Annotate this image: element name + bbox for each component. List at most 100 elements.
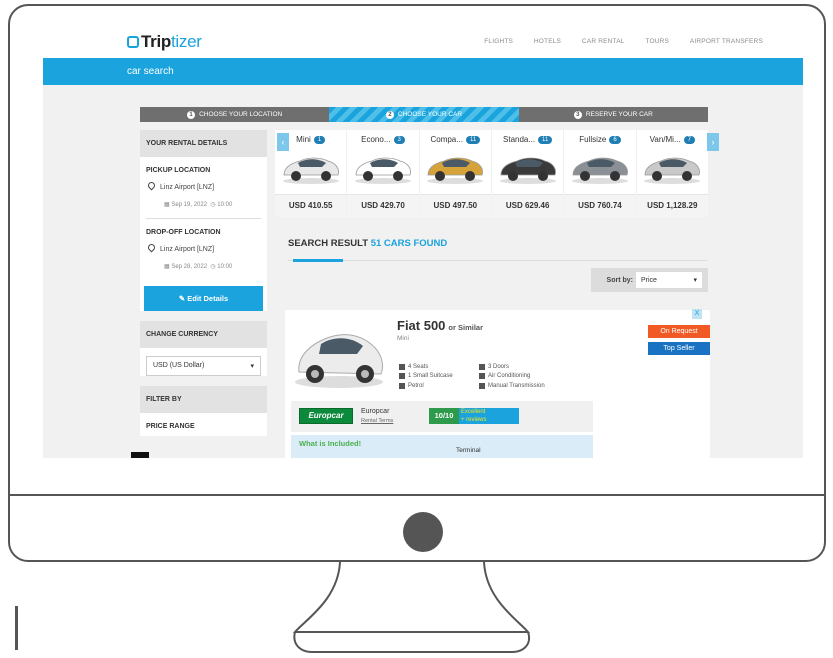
sort-label: Sort by: xyxy=(606,276,633,284)
door-icon xyxy=(479,364,485,370)
dropoff-time: 10:00 xyxy=(217,264,233,270)
chevron-down-icon: ▾ xyxy=(693,277,697,284)
pickup-date: Sep 19, 2022 xyxy=(171,202,208,208)
dropoff-datetime: ▦ Sep 28, 2022 ◷ 10:00 xyxy=(164,264,233,270)
category-label: Standa... xyxy=(503,135,536,144)
edit-details-button[interactable]: ✎ Edit Details xyxy=(144,286,263,311)
category-count-badge: 11 xyxy=(465,136,481,144)
top-seller-badge: Top Seller xyxy=(648,342,710,355)
car-category-carousel: Mini 1 USD 410.55 Econo... 3 USD 429.70 Compa.… xyxy=(275,130,708,217)
car-title: Fiat 500 or Similar xyxy=(397,318,483,333)
nav-link-tours[interactable]: TOURS xyxy=(645,38,669,45)
feature-fuel: Petrol xyxy=(399,383,424,389)
category-car-image xyxy=(427,157,484,184)
nav-link-airport-transfers[interactable]: AIRPORT TRANSFERS xyxy=(690,38,763,45)
booking-steps: 1 CHOOSE YOUR LOCATION 2 CHOOSE YOUR CAR… xyxy=(140,107,708,122)
supplier-name: Europcar xyxy=(361,408,390,415)
dropoff-label: DROP-OFF LOCATION xyxy=(146,229,221,236)
edit-details-label: Edit Details xyxy=(187,294,229,303)
on-request-badge: On Request xyxy=(648,325,710,338)
feature-doors: 3 Doors xyxy=(479,364,509,370)
sort-value: Price xyxy=(641,276,657,284)
triptizer-logo[interactable]: Triptizer xyxy=(127,32,202,52)
step-number: 1 xyxy=(187,110,196,119)
close-icon[interactable]: X xyxy=(692,309,702,319)
feature-text: 3 Doors xyxy=(488,364,510,370)
car-model: Fiat 500 xyxy=(397,318,446,333)
category-price: USD 497.50 xyxy=(419,194,491,217)
category-label: Fullsize xyxy=(579,135,607,144)
person-icon xyxy=(399,364,405,370)
supplier-row: Europcar Europcar Rental Terms 10/10 Exc… xyxy=(291,401,593,432)
step-reserve-car[interactable]: 3 RESERVE YOUR CAR xyxy=(518,107,708,122)
cars-found-count: 51 CARS FOUND xyxy=(370,238,448,249)
category-label: Mini xyxy=(296,135,311,144)
car-result-card[interactable]: Fiat 500 or Similar Mini 4 Seats 1 Small … xyxy=(285,309,710,458)
car-class: Mini xyxy=(397,335,409,342)
nav-link-car-rental[interactable]: CAR RENTAL xyxy=(582,38,625,45)
step-label: RESERVE YOUR CAR xyxy=(585,111,653,118)
category-price: USD 760.74 xyxy=(564,194,636,217)
currency-heading: CHANGE CURRENCY xyxy=(140,321,267,348)
car-image xyxy=(295,334,384,388)
car-category-card[interactable]: Econo... 3 USD 429.70 xyxy=(347,130,419,217)
step-choose-car[interactable]: 2 CHOOSE YOUR CAR xyxy=(329,107,519,122)
category-name: Standa... 11 xyxy=(503,135,553,144)
page-header-bar: car search xyxy=(43,58,803,85)
feature-ac: Air Conditioning xyxy=(479,373,530,379)
car-category-card[interactable]: Compa... 11 USD 497.50 xyxy=(419,130,491,217)
car-category-card[interactable]: Van/Mi... 7 USD 1,128.29 xyxy=(636,130,708,217)
category-car-image xyxy=(571,157,628,184)
feature-transmission: Manual Transmission xyxy=(479,383,545,389)
location-pin-icon xyxy=(146,242,157,253)
category-count-badge: 1 xyxy=(313,136,326,144)
rental-details-panel: YOUR RENTAL DETAILS PICKUP LOCATION Linz… xyxy=(140,130,267,311)
dropoff-location: Linz Airport [LNZ] xyxy=(140,240,267,257)
logo-icon xyxy=(127,36,139,48)
gear-shift-icon xyxy=(479,383,485,389)
carousel-prev-arrow-icon[interactable]: ‹ xyxy=(277,133,289,151)
nav-links: FLIGHTS HOTELS CAR RENTAL TOURS AIRPORT … xyxy=(465,38,763,45)
step-choose-location[interactable]: 1 CHOOSE YOUR LOCATION xyxy=(140,107,330,122)
category-name: Fullsize 6 xyxy=(579,135,621,144)
whats-included-title: What is Included! xyxy=(299,439,362,448)
car-category-card[interactable]: Fullsize 6 USD 760.74 xyxy=(564,130,636,217)
car-category-card[interactable]: Standa... 11 USD 629.46 xyxy=(491,130,564,217)
pickup-location-text: Linz Airport [LNZ] xyxy=(160,184,215,191)
location-pin-icon xyxy=(146,180,157,191)
nav-link-hotels[interactable]: HOTELS xyxy=(534,38,561,45)
currency-select[interactable]: USD (US Dollar) ▾ xyxy=(146,356,261,376)
feature-seats: 4 Seats xyxy=(399,364,428,370)
carousel-next-arrow-icon[interactable]: › xyxy=(707,133,719,151)
feature-text: 4 Seats xyxy=(408,364,429,370)
dropoff-location-text: Linz Airport [LNZ] xyxy=(160,246,215,253)
sort-select[interactable]: Price ▾ xyxy=(636,272,702,288)
europcar-logo: Europcar xyxy=(299,408,353,424)
pickup-time: 10:00 xyxy=(217,202,233,208)
sidebar: YOUR RENTAL DETAILS PICKUP LOCATION Linz… xyxy=(140,130,267,446)
filter-panel: FILTER BY PRICE RANGE xyxy=(140,386,267,436)
category-count-badge: 6 xyxy=(609,136,621,144)
rating-reviews: + reviews xyxy=(461,417,487,423)
rating-score: 10/10 xyxy=(429,408,459,424)
feature-text: Petrol xyxy=(408,383,424,389)
rental-terms-link[interactable]: Rental Terms xyxy=(361,418,393,424)
category-name: Econo... 3 xyxy=(361,135,405,144)
nav-link-flights[interactable]: FLIGHTS xyxy=(484,38,513,45)
snowflake-icon xyxy=(479,373,485,379)
step-number: 2 xyxy=(385,110,394,119)
price-range-label[interactable]: PRICE RANGE xyxy=(140,413,267,436)
category-price: USD 629.46 xyxy=(491,194,564,217)
category-count-badge: 7 xyxy=(683,136,695,144)
currency-value: USD (US Dollar) xyxy=(153,362,205,369)
filter-heading: FILTER BY xyxy=(140,386,267,413)
chevron-down-icon: ▾ xyxy=(250,363,254,370)
category-price: USD 1,128.29 xyxy=(636,194,708,217)
category-price: USD 429.70 xyxy=(347,194,419,217)
feature-text: 1 Small Suitcase xyxy=(408,373,453,379)
search-result-heading: SEARCH RESULT 51 CARS FOUND xyxy=(288,238,447,249)
currency-panel: CHANGE CURRENCY USD (US Dollar) ▾ xyxy=(140,321,267,376)
results-divider xyxy=(288,260,708,261)
search-result-label: SEARCH RESULT xyxy=(288,238,369,249)
category-car-image xyxy=(644,157,701,184)
